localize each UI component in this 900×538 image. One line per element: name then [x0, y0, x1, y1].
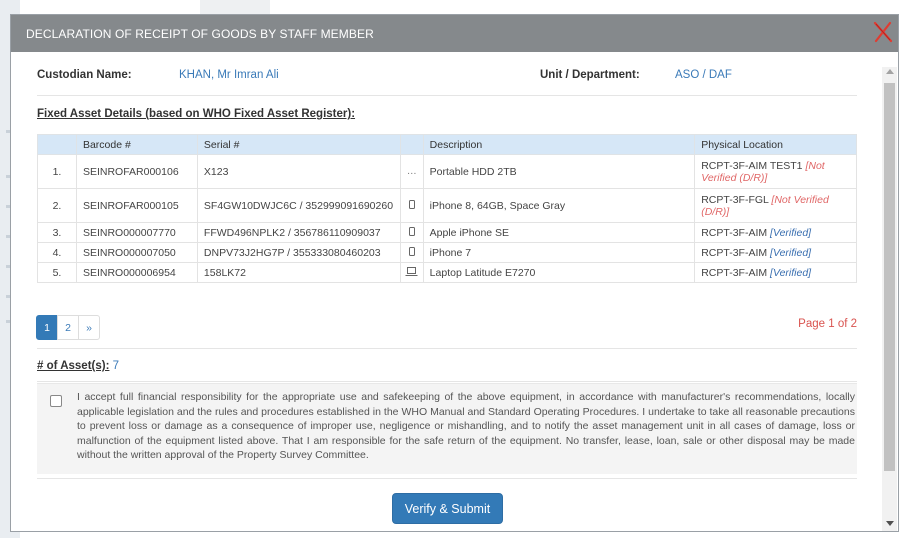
location-text: RCPT-3F-AIM: [701, 246, 768, 259]
fixed-asset-table: Barcode # Serial # Description Physical …: [37, 134, 857, 283]
description-cell: iPhone 7: [422, 242, 696, 263]
mobile-icon: [399, 222, 424, 243]
serial-cell: FFWD496NPLK2 / 356786110909037: [196, 222, 401, 243]
table-row: 2. SEINROFAR000105 SF4GW10DWJC6C / 35299…: [37, 188, 857, 223]
verification-status: [Verified]: [770, 226, 812, 239]
next-page-button[interactable]: »: [78, 315, 100, 340]
background-page-header: [200, 0, 270, 14]
barcode-cell: SEINRO000007050: [75, 242, 198, 263]
location-cell: RCPT-3F-AIM TEST1 [Not Verified (D/R)]: [694, 154, 857, 189]
row-number: 5.: [37, 262, 77, 283]
location-text: RCPT-3F-FGL: [701, 193, 769, 206]
modal-header: DECLARATION OF RECEIPT OF GOODS BY STAFF…: [11, 15, 898, 52]
pagination: 1 2 »: [36, 315, 100, 340]
table-header-row: Barcode # Serial # Description Physical …: [37, 134, 857, 155]
location-cell: RCPT-3F-AIM [Verified]: [694, 222, 857, 243]
asset-count: # of Asset(s): 7: [37, 360, 119, 372]
description-cell: Apple iPhone SE: [422, 222, 696, 243]
serial-cell: SF4GW10DWJC6C / 352999091690260: [196, 188, 401, 223]
divider: [37, 478, 857, 479]
page-2-button[interactable]: 2: [57, 315, 79, 340]
scroll-thumb[interactable]: [884, 83, 895, 471]
col-header-physical-location: Physical Location: [694, 134, 857, 155]
col-header-description: Description: [422, 134, 696, 155]
custodian-label: Custodian Name:: [37, 69, 132, 81]
close-icon[interactable]: [870, 19, 896, 45]
row-number: 2.: [37, 188, 77, 223]
location-cell: RCPT-3F-FGL [Not Verified (D/R)]: [694, 188, 857, 223]
scroll-up-arrow-icon[interactable]: [886, 69, 894, 74]
declaration-checkbox[interactable]: [50, 395, 62, 407]
unit-department-value: ASO / DAF: [675, 69, 732, 81]
table-row: 1. SEINROFAR000106 X123 … Portable HDD 2…: [37, 154, 857, 189]
declaration-text: I accept full financial responsibility f…: [77, 391, 855, 461]
verification-status: [Verified]: [770, 266, 812, 279]
laptop-icon: [399, 262, 424, 283]
divider: [37, 348, 857, 349]
row-number: 3.: [37, 222, 77, 243]
serial-cell: 158LK72: [196, 262, 401, 283]
page-1-button[interactable]: 1: [36, 315, 58, 340]
location-cell: RCPT-3F-AIM [Verified]: [694, 242, 857, 263]
barcode-cell: SEINROFAR000105: [75, 188, 198, 223]
col-header-serial: Serial #: [196, 134, 401, 155]
col-header-barcode: Barcode #: [75, 134, 198, 155]
barcode-cell: SEINRO000006954: [75, 262, 198, 283]
divider: [37, 95, 857, 96]
description-cell: iPhone 8, 64GB, Space Gray: [422, 188, 696, 223]
asset-count-value: 7: [112, 360, 120, 372]
fixed-asset-section-title: Fixed Asset Details (based on WHO Fixed …: [37, 108, 356, 120]
col-header-index: [37, 134, 77, 155]
location-text: RCPT-3F-AIM: [701, 266, 768, 279]
description-cell: Laptop Latitude E7270: [422, 262, 696, 283]
modal-body: Custodian Name: KHAN, Mr Imran Ali Unit …: [36, 52, 857, 530]
table-row: 3. SEINRO000007770 FFWD496NPLK2 / 356786…: [37, 222, 857, 243]
col-header-type-icon: [399, 134, 424, 155]
declaration-modal: DECLARATION OF RECEIPT OF GOODS BY STAFF…: [10, 14, 899, 532]
mobile-icon: [399, 188, 424, 223]
modal-title: DECLARATION OF RECEIPT OF GOODS BY STAFF…: [26, 27, 374, 41]
verify-submit-button[interactable]: Verify & Submit: [392, 493, 503, 524]
custodian-value: KHAN, Mr Imran Ali: [179, 69, 279, 81]
declaration-box: I accept full financial responsibility f…: [37, 383, 857, 474]
location-cell: RCPT-3F-AIM [Verified]: [694, 262, 857, 283]
serial-cell: DNPV73J2HG7P / 355333080460203: [196, 242, 401, 263]
page-indicator: Page 1 of 2: [798, 318, 857, 330]
modal-scrollbar[interactable]: [882, 67, 897, 531]
ellipsis-icon: …: [399, 154, 424, 189]
barcode-cell: SEINROFAR000106: [75, 154, 198, 189]
asset-count-label: # of Asset(s):: [37, 360, 110, 372]
unit-department-label: Unit / Department:: [540, 69, 640, 81]
location-text: RCPT-3F-AIM TEST1: [701, 159, 803, 172]
divider: [37, 381, 857, 382]
serial-cell: X123: [196, 154, 401, 189]
description-cell: Portable HDD 2TB: [422, 154, 696, 189]
scroll-down-arrow-icon[interactable]: [886, 521, 894, 526]
verification-status: [Verified]: [770, 246, 812, 259]
location-text: RCPT-3F-AIM: [701, 226, 768, 239]
row-number: 1.: [37, 154, 77, 189]
barcode-cell: SEINRO000007770: [75, 222, 198, 243]
mobile-icon: [399, 242, 424, 263]
table-row: 5. SEINRO000006954 158LK72 Laptop Latitu…: [37, 262, 857, 283]
row-number: 4.: [37, 242, 77, 263]
table-row: 4. SEINRO000007050 DNPV73J2HG7P / 355333…: [37, 242, 857, 263]
